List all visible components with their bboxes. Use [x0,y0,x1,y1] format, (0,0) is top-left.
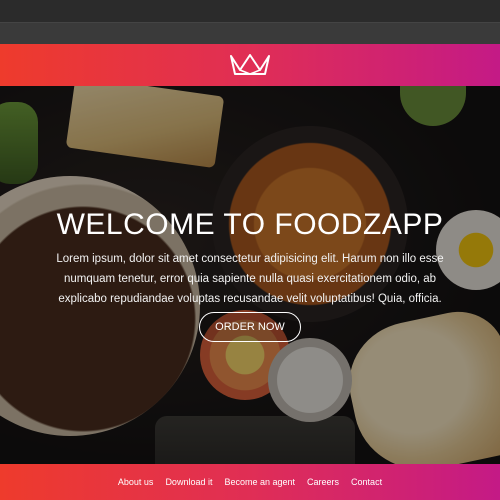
footer-link-careers[interactable]: Careers [307,477,339,487]
order-now-button[interactable]: ORDER NOW [199,312,301,342]
footer-link-agent[interactable]: Become an agent [224,477,295,487]
hero-description: Lorem ipsum, dolor sit amet consectetur … [56,253,444,305]
crown-icon[interactable] [228,52,272,78]
hero-title: WELCOME TO FOODZAPP [56,208,444,241]
site-header [0,44,500,86]
browser-toolbar [0,0,500,22]
footer-link-contact[interactable]: Contact [351,477,382,487]
browser-bookmark-bar [0,22,500,44]
hero-section: WELCOME TO FOODZAPP Lorem ipsum, dolor s… [0,86,500,464]
site-footer: About us Download it Become an agent Car… [0,464,500,500]
footer-link-download[interactable]: Download it [165,477,212,487]
footer-link-about[interactable]: About us [118,477,154,487]
